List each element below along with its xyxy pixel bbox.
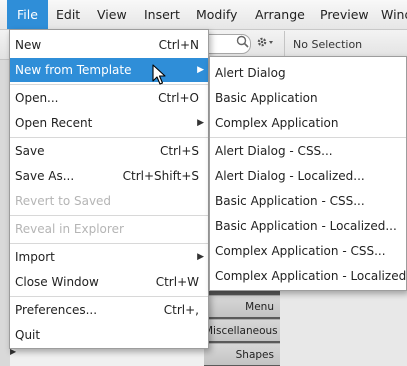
file-menu: New Ctrl+N New from Template ▶ Open... C… (9, 29, 209, 349)
template-item-basic-application[interactable]: Basic Application (210, 86, 406, 110)
template-item-complex-application[interactable]: Complex Application (210, 111, 406, 135)
library-section-menu[interactable]: Menu (204, 295, 280, 317)
menu-item-label: Save As... (15, 169, 75, 183)
menu-insert[interactable]: Insert (134, 0, 190, 29)
menu-item-label: Save (15, 144, 45, 158)
menu-item-save[interactable]: Save Ctrl+S (10, 139, 208, 163)
menu-item-shortcut: Ctrl+O (158, 91, 199, 105)
menu-modify[interactable]: Modify (186, 0, 247, 29)
library-section-miscellaneous[interactable]: Miscellaneous (204, 319, 280, 341)
chevron-right-icon: ▶ (197, 118, 204, 128)
search-icon[interactable] (236, 35, 250, 49)
menu-separator (10, 137, 208, 138)
menu-item-shortcut: Ctrl+S (159, 144, 199, 158)
menu-item-open[interactable]: Open... Ctrl+O (10, 86, 208, 110)
menu-item-new-from-template[interactable]: New from Template ▶ (10, 58, 208, 82)
template-item-complex-application-localized[interactable]: Complex Application - Localized... (210, 264, 407, 288)
menu-item-shortcut: Ctrl+Shift+S (122, 169, 199, 183)
library-section-shapes[interactable]: Shapes (204, 343, 280, 365)
menu-item-label: Revert to Saved (15, 194, 112, 208)
menu-preview[interactable]: Preview (310, 0, 379, 29)
menu-item-shortcut: Ctrl+W (155, 275, 199, 289)
mouse-pointer-icon (152, 64, 170, 88)
menu-item-shortcut: Ctrl+N (158, 38, 199, 52)
menu-item-label: New (15, 38, 42, 52)
menu-separator (10, 84, 208, 85)
menu-item-label: Open... (15, 91, 59, 105)
menu-item-import[interactable]: Import ▶ (10, 245, 208, 269)
menu-item-save-as[interactable]: Save As... Ctrl+Shift+S (10, 164, 208, 188)
menu-item-quit[interactable]: Quit (10, 323, 208, 347)
content-panel (280, 288, 407, 366)
menu-item-label: Close Window (15, 275, 99, 289)
menu-view[interactable]: View (87, 0, 137, 29)
selection-status: No Selection (284, 31, 407, 58)
template-item-basic-application-css[interactable]: Basic Application - CSS... (210, 189, 406, 213)
menu-item-open-recent[interactable]: Open Recent ▶ (10, 111, 208, 135)
menu-separator (10, 296, 208, 297)
template-item-basic-application-localized[interactable]: Basic Application - Localized... (210, 214, 406, 238)
template-item-complex-application-css[interactable]: Complex Application - CSS... (210, 239, 406, 263)
menu-separator (10, 243, 208, 244)
menu-item-label: Reveal in Explorer (15, 222, 124, 236)
template-item-alert-dialog-localized[interactable]: Alert Dialog - Localized... (210, 164, 406, 188)
chevron-right-icon: ▶ (197, 252, 204, 262)
chevron-right-icon: ▶ (197, 65, 204, 75)
menu-item-label: New from Template (15, 63, 132, 77)
menu-item-new[interactable]: New Ctrl+N (10, 33, 208, 57)
menu-separator (10, 215, 208, 216)
menu-item-label: Open Recent (15, 116, 93, 130)
template-item-alert-dialog-css[interactable]: Alert Dialog - CSS... (210, 139, 406, 163)
menu-window[interactable]: Wind (371, 0, 407, 29)
menu-item-close-window[interactable]: Close Window Ctrl+W (10, 270, 208, 294)
template-item-alert-dialog[interactable]: Alert Dialog (210, 61, 406, 85)
menu-edit[interactable]: Edit (46, 0, 90, 29)
menu-bar: File Edit View Insert Modify Arrange Pre… (0, 0, 407, 30)
menu-item-reveal-in-explorer: Reveal in Explorer (10, 217, 208, 241)
menu-arrange[interactable]: Arrange (245, 0, 315, 29)
menu-item-label: Import (15, 250, 55, 264)
menu-item-revert-to-saved: Revert to Saved (10, 189, 208, 213)
menu-item-label: Quit (15, 328, 41, 342)
menu-item-shortcut: Ctrl+, (163, 303, 199, 317)
menu-file[interactable]: File (7, 0, 48, 29)
menu-separator (210, 137, 406, 138)
template-submenu: Alert Dialog Basic Application Complex A… (209, 56, 407, 291)
menu-item-preferences[interactable]: Preferences... Ctrl+, (10, 298, 208, 322)
gear-icon[interactable] (256, 35, 276, 51)
menu-item-label: Preferences... (15, 303, 98, 317)
